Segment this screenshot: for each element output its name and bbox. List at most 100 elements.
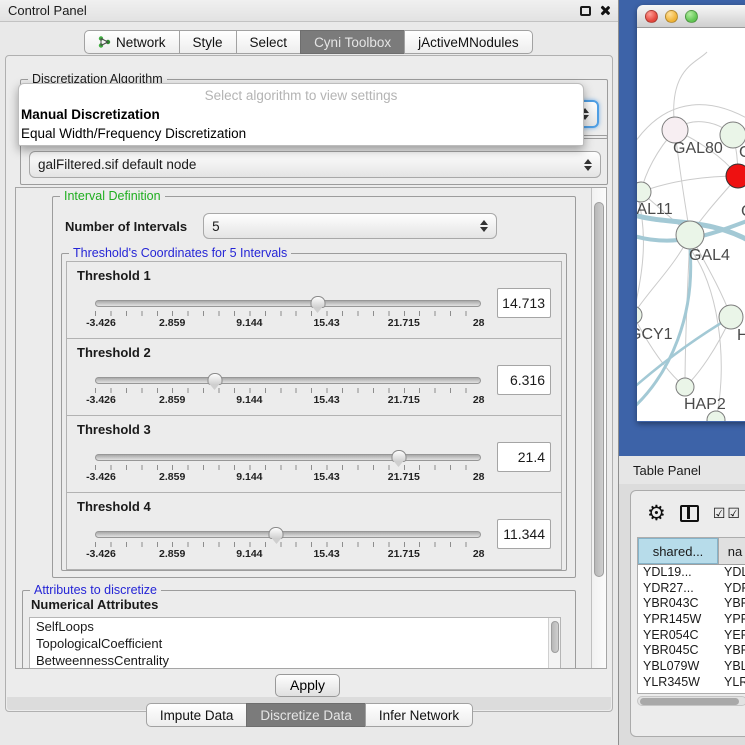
table-cell: YER0 (719, 628, 745, 644)
node-label: GAL4 (689, 247, 730, 264)
node-label: C (741, 203, 745, 220)
tab-select[interactable]: Select (236, 30, 302, 54)
algorithm-option-manual-discretization[interactable]: Manual Discretization (19, 105, 583, 124)
node-attribute-table[interactable]: shared...na YDL19...YDL1YDR27...YDR2YBR0… (637, 537, 745, 694)
attribute-item-betweennesscentrality[interactable]: BetweennessCentrality (30, 652, 560, 669)
node-label: GAL80 (673, 140, 723, 157)
slider-track[interactable] (95, 454, 481, 461)
threshold-panel-threshold-3: Threshold 3-3.4262.8599.14415.4321.71528… (66, 415, 562, 493)
threshold-slider[interactable]: -3.4262.8599.14415.4321.71528 (95, 446, 481, 484)
tick-label: 2.859 (159, 471, 185, 483)
tick-label: 9.144 (236, 394, 262, 406)
tab-style[interactable]: Style (179, 30, 237, 54)
combo-arrows-icon (480, 220, 488, 232)
network-node-h[interactable] (719, 305, 743, 329)
checkbox-icons[interactable]: ☑☑ (713, 505, 742, 522)
threshold-slider[interactable]: -3.4262.8599.14415.4321.71528 (95, 369, 481, 407)
gear-icon[interactable]: ⚙ (647, 503, 666, 524)
attributes-scrollbar[interactable] (548, 618, 560, 669)
scrollbar-thumb[interactable] (640, 698, 739, 705)
apply-button[interactable]: Apply (275, 674, 340, 697)
threshold-value-field[interactable]: 14.713 (497, 288, 551, 318)
threshold-value-field[interactable]: 21.4 (497, 442, 551, 472)
float-icon[interactable] (580, 6, 591, 16)
algorithm-option-equal-width-frequency-discretization[interactable]: Equal Width/Frequency Discretization (19, 124, 583, 143)
scrollbar-thumb[interactable] (594, 202, 604, 577)
cyni-toolbox-panel: Discretization Algorithm Select algorith… (5, 55, 613, 712)
tab-discretize-data[interactable]: Discretize Data (246, 703, 366, 727)
table-row[interactable]: YBR045CYBR0 (638, 643, 745, 659)
threshold-label: Threshold 1 (77, 268, 551, 283)
network-canvas[interactable]: GAL80GACGAL11GAL4GCY1HHAP2 (637, 28, 745, 421)
tab-network[interactable]: Network (84, 30, 180, 54)
slider-thumb[interactable] (269, 527, 284, 539)
slider-thumb[interactable] (310, 296, 325, 308)
table-row[interactable]: YER054CYER0 (638, 628, 745, 644)
network-node[interactable] (726, 164, 745, 188)
algorithm-popup-list: Manual DiscretizationEqual Width/Frequen… (19, 105, 583, 143)
network-graph[interactable]: GAL80GACGAL11GAL4GCY1HHAP2 (637, 28, 745, 421)
threshold-panel-threshold-2: Threshold 2-3.4262.8599.14415.4321.71528… (66, 338, 562, 416)
slider-tick-labels: -3.4262.8599.14415.4321.71528 (95, 317, 481, 330)
tab-infer-network[interactable]: Infer Network (365, 703, 473, 727)
tick-label: 2.859 (159, 317, 185, 329)
mac-zoom-icon[interactable] (685, 10, 698, 23)
table-row[interactable]: YDL19...YDL1 (638, 565, 745, 581)
threshold-value-field[interactable]: 11.344 (497, 519, 551, 549)
tick-label: 28 (473, 471, 485, 483)
attribute-item-topologicalcoefficient[interactable]: TopologicalCoefficient (30, 635, 560, 652)
table-cell: YIL0 (719, 691, 745, 695)
close-icon[interactable] (599, 5, 610, 16)
column-header-shared-[interactable]: shared... (638, 538, 719, 564)
bottom-tab-bar: Impute DataDiscretize DataInfer Network (0, 703, 619, 727)
tick-label: 28 (473, 394, 485, 406)
table-row[interactable]: YIL052CYIL0 (638, 691, 745, 695)
settings-vertical-scrollbar[interactable] (591, 188, 606, 668)
slider-thumb[interactable] (392, 450, 407, 462)
table-row[interactable]: YBL079WYBL0 (638, 659, 745, 675)
mac-minimize-icon[interactable] (665, 10, 678, 23)
table-row[interactable]: YPR145WYPR1 (638, 612, 745, 628)
split-columns-icon[interactable] (680, 505, 699, 522)
tick-label: 2.859 (159, 548, 185, 560)
network-edge (690, 249, 721, 420)
column-header-na[interactable]: na (719, 538, 745, 564)
slider-track[interactable] (95, 300, 481, 307)
table-data-combobox[interactable]: galFiltered.sif default node (29, 151, 601, 178)
tick-label: -3.426 (86, 471, 116, 483)
tab-jactivemnodules[interactable]: jActiveMNodules (404, 30, 533, 54)
slider-ticks (95, 542, 481, 547)
slider-track[interactable] (95, 531, 481, 538)
table-row[interactable]: YLR345WYLR3 (638, 675, 745, 691)
numerical-attributes-list[interactable]: SelfLoopsTopologicalCoefficientBetweenne… (29, 617, 561, 669)
table-cell: YDR27... (638, 581, 719, 597)
network-view-window: GAL80GACGAL11GAL4GCY1HHAP2 (637, 5, 745, 422)
network-node-gal4[interactable] (676, 221, 704, 249)
tab-impute-data[interactable]: Impute Data (146, 703, 248, 727)
tick-label: 15.43 (313, 548, 339, 560)
tick-label: -3.426 (86, 394, 116, 406)
threshold-slider[interactable]: -3.4262.8599.14415.4321.71528 (95, 523, 481, 561)
group-title: Interval Definition (60, 189, 165, 203)
num-intervals-combobox[interactable]: 5 (203, 213, 497, 239)
tab-cyni-toolbox[interactable]: Cyni Toolbox (300, 30, 405, 54)
threshold-value-field[interactable]: 6.316 (497, 365, 551, 395)
threshold-panel-threshold-4: Threshold 4-3.4262.8599.14415.4321.71528… (66, 492, 562, 570)
table-horizontal-scrollbar[interactable] (637, 696, 745, 706)
window-title: Control Panel (8, 3, 87, 18)
network-node-gcy1[interactable] (637, 306, 642, 324)
network-window-titlebar (637, 5, 745, 28)
table-row[interactable]: YBR043CYBR0 (638, 596, 745, 612)
mac-close-icon[interactable] (645, 10, 658, 23)
table-cell: YBL079W (638, 659, 719, 675)
tick-label: 15.43 (313, 317, 339, 329)
threshold-panel-threshold-1: Threshold 1-3.4262.8599.14415.4321.71528… (66, 261, 562, 339)
threshold-slider[interactable]: -3.4262.8599.14415.4321.71528 (95, 292, 481, 330)
slider-track[interactable] (95, 377, 481, 384)
slider-ticks (95, 311, 481, 316)
slider-thumb[interactable] (208, 373, 223, 385)
table-row[interactable]: YDR27...YDR2 (638, 581, 745, 597)
tick-label: 9.144 (236, 317, 262, 329)
attribute-item-selfloops[interactable]: SelfLoops (30, 618, 560, 635)
network-node-hap2[interactable] (676, 378, 694, 396)
